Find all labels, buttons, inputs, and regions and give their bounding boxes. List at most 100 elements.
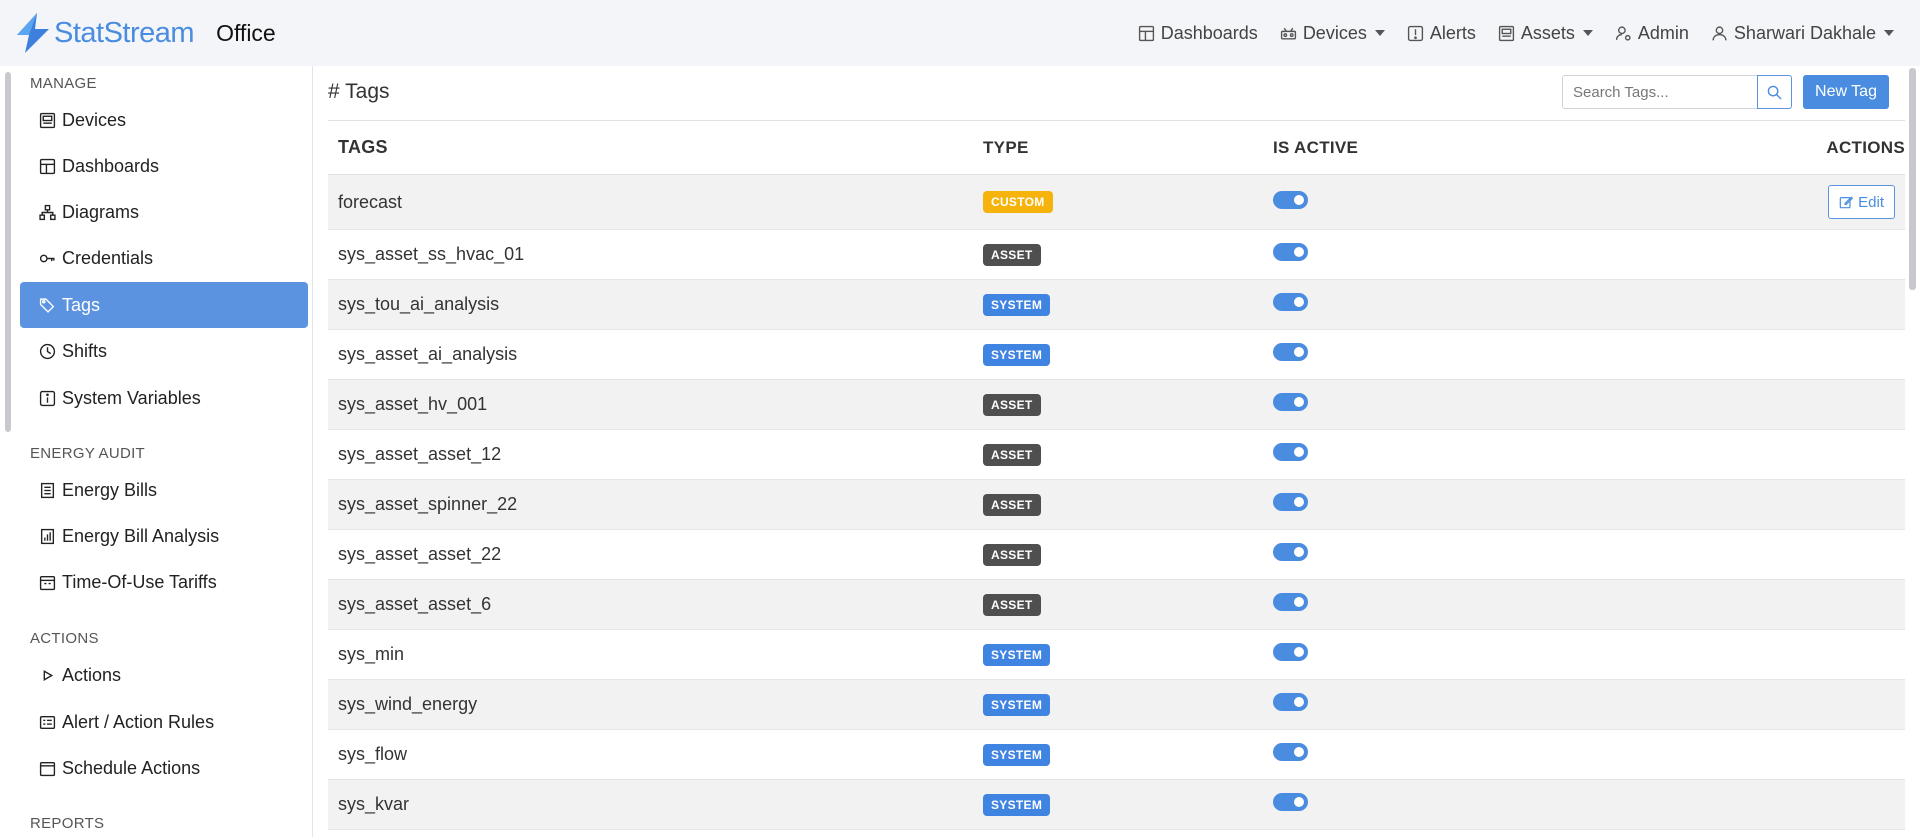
main-content: # Tags New Tag TAGS TYPE IS ACTIVE ACTIO… <box>313 66 1920 837</box>
search-button[interactable] <box>1757 75 1792 109</box>
calendar-icon <box>39 575 56 590</box>
type-badge: SYSTEM <box>983 693 1051 716</box>
is-active-cell <box>1273 793 1673 816</box>
diagram-nodes-icon <box>39 204 56 220</box>
column-header-type[interactable]: TYPE <box>983 138 1273 158</box>
sidebar-item-label: Alert / Action Rules <box>62 711 215 732</box>
sidebar-item-dashboards[interactable]: Dashboards <box>20 143 308 189</box>
type-badge: CUSTOM <box>983 191 1053 213</box>
dashboard-grid-icon <box>1138 25 1154 41</box>
type-cell: ASSET <box>983 393 1273 416</box>
tag-name: sys_asset_asset_12 <box>338 444 502 464</box>
new-tag-button[interactable]: New Tag <box>1803 75 1889 109</box>
type-cell: ASSET <box>983 593 1273 616</box>
is-active-toggle[interactable] <box>1273 643 1308 661</box>
type-cell: SYSTEM <box>983 293 1273 316</box>
rules-list-icon <box>39 715 56 729</box>
info-square-icon <box>39 390 56 406</box>
search-icon <box>1767 85 1782 100</box>
nav-user-dropdown[interactable]: Sharwari Dakhale <box>1711 23 1894 44</box>
is-active-toggle[interactable] <box>1273 393 1308 411</box>
column-header-tags[interactable]: TAGS <box>328 137 983 158</box>
table-row: sys_asset_asset_22 ASSET <box>328 530 1905 580</box>
assets-icon <box>1498 25 1514 41</box>
is-active-toggle[interactable] <box>1273 243 1308 261</box>
chevron-down-icon <box>1884 30 1894 36</box>
sidebar-item-diagrams[interactable]: Diagrams <box>20 189 308 235</box>
type-badge: SYSTEM <box>983 293 1051 316</box>
nav-dashboards[interactable]: Dashboards <box>1138 23 1258 44</box>
is-active-toggle[interactable] <box>1273 693 1308 711</box>
is-active-toggle[interactable] <box>1273 743 1308 761</box>
is-active-cell <box>1273 543 1673 566</box>
sidebar-item-label: System Variables <box>62 387 201 408</box>
sidebar-item-shifts[interactable]: Shifts <box>20 328 308 374</box>
brand[interactable]: StatStream Office <box>15 13 276 53</box>
type-badge: ASSET <box>983 543 1041 566</box>
tags-table: TAGS TYPE IS ACTIVE ACTIONS forecast CUST… <box>328 121 1905 830</box>
search-input[interactable] <box>1562 75 1758 109</box>
edit-button[interactable]: Edit <box>1828 185 1895 219</box>
tag-name: sys_kvar <box>338 794 410 814</box>
tag-name: sys_min <box>338 644 405 664</box>
clock-icon <box>39 343 56 359</box>
sidebar-item-label: Credentials <box>62 247 154 268</box>
top-navbar: StatStream Office Dashboards Devices Ale… <box>0 0 1920 66</box>
nav-devices-dropdown[interactable]: Devices <box>1280 23 1385 44</box>
is-active-toggle[interactable] <box>1273 293 1308 311</box>
devices-icon <box>39 112 56 128</box>
sidebar-item-system-variables[interactable]: System Variables <box>20 375 308 421</box>
type-cell: ASSET <box>983 493 1273 516</box>
sidebar-item-label: Actions <box>62 664 122 685</box>
is-active-toggle[interactable] <box>1273 793 1308 811</box>
nav-user-label: Sharwari Dakhale <box>1733 22 1876 43</box>
sidebar-item-energy-bills[interactable]: Energy Bills <box>20 467 308 513</box>
sidebar-item-alert-action-rules[interactable]: Alert / Action Rules <box>20 699 308 745</box>
is-active-toggle[interactable] <box>1273 343 1308 361</box>
admin-user-gear-icon <box>1615 25 1631 41</box>
type-badge: ASSET <box>983 393 1041 416</box>
main-scrollbar[interactable] <box>1909 68 1916 290</box>
sidebar-item-credentials[interactable]: Credentials <box>20 235 308 281</box>
sidebar-item-label: Energy Bills <box>62 479 158 500</box>
nav-admin[interactable]: Admin <box>1615 23 1689 44</box>
table-row: sys_asset_ai_analysis SYSTEM <box>328 330 1905 380</box>
table-row: sys_wind_energy SYSTEM <box>328 680 1905 730</box>
type-cell: ASSET <box>983 543 1273 566</box>
table-header: TAGS TYPE IS ACTIVE ACTIONS <box>328 121 1905 175</box>
is-active-toggle[interactable] <box>1273 493 1308 511</box>
is-active-cell <box>1273 743 1673 766</box>
type-cell: SYSTEM <box>983 343 1273 366</box>
tag-name: sys_tou_ai_analysis <box>338 294 500 314</box>
is-active-toggle[interactable] <box>1273 543 1308 561</box>
actions-cell: Edit <box>1673 185 1905 219</box>
is-active-toggle[interactable] <box>1273 593 1308 611</box>
tag-name: sys_wind_energy <box>338 694 478 714</box>
is-active-toggle[interactable] <box>1273 190 1308 209</box>
sidebar-item-schedule-actions[interactable]: Schedule Actions <box>20 745 308 791</box>
type-cell: SYSTEM <box>983 643 1273 666</box>
table-body: forecast CUSTOM Edit sys_asset_ss_hvac_01 AS… <box>328 175 1905 830</box>
sidebar-item-time-of-use-tariffs[interactable]: Time-Of-Use Tariffs <box>20 559 308 605</box>
type-cell: SYSTEM <box>983 743 1273 766</box>
nav-admin-label: Admin <box>1637 22 1689 43</box>
is-active-cell <box>1273 243 1673 266</box>
sidebar-item-devices[interactable]: Devices <box>20 97 308 143</box>
table-row: sys_min SYSTEM <box>328 630 1905 680</box>
nav-dashboards-label: Dashboards <box>1160 22 1258 43</box>
nav-assets-dropdown[interactable]: Assets <box>1498 23 1593 44</box>
type-badge: SYSTEM <box>983 343 1051 366</box>
sidebar-item-label: Time-Of-Use Tariffs <box>62 571 217 592</box>
tag-name: sys_asset_spinner_22 <box>338 494 518 514</box>
sidebar-item-tags[interactable]: Tags <box>20 282 308 328</box>
sidebar-scrollbar[interactable] <box>5 72 11 432</box>
column-header-is-active[interactable]: IS ACTIVE <box>1273 138 1673 158</box>
sidebar-item-energy-bill-analysis[interactable]: Energy Bill Analysis <box>20 513 308 559</box>
is-active-toggle[interactable] <box>1273 443 1308 461</box>
sidebar-item-label: Schedule Actions <box>62 757 201 778</box>
tag-name: sys_flow <box>338 744 408 764</box>
nav-alerts[interactable]: Alerts <box>1407 23 1476 44</box>
section-label-manage: MANAGE <box>30 75 97 92</box>
nav-devices-label: Devices <box>1302 22 1367 43</box>
sidebar-item-actions[interactable]: Actions <box>20 652 308 698</box>
